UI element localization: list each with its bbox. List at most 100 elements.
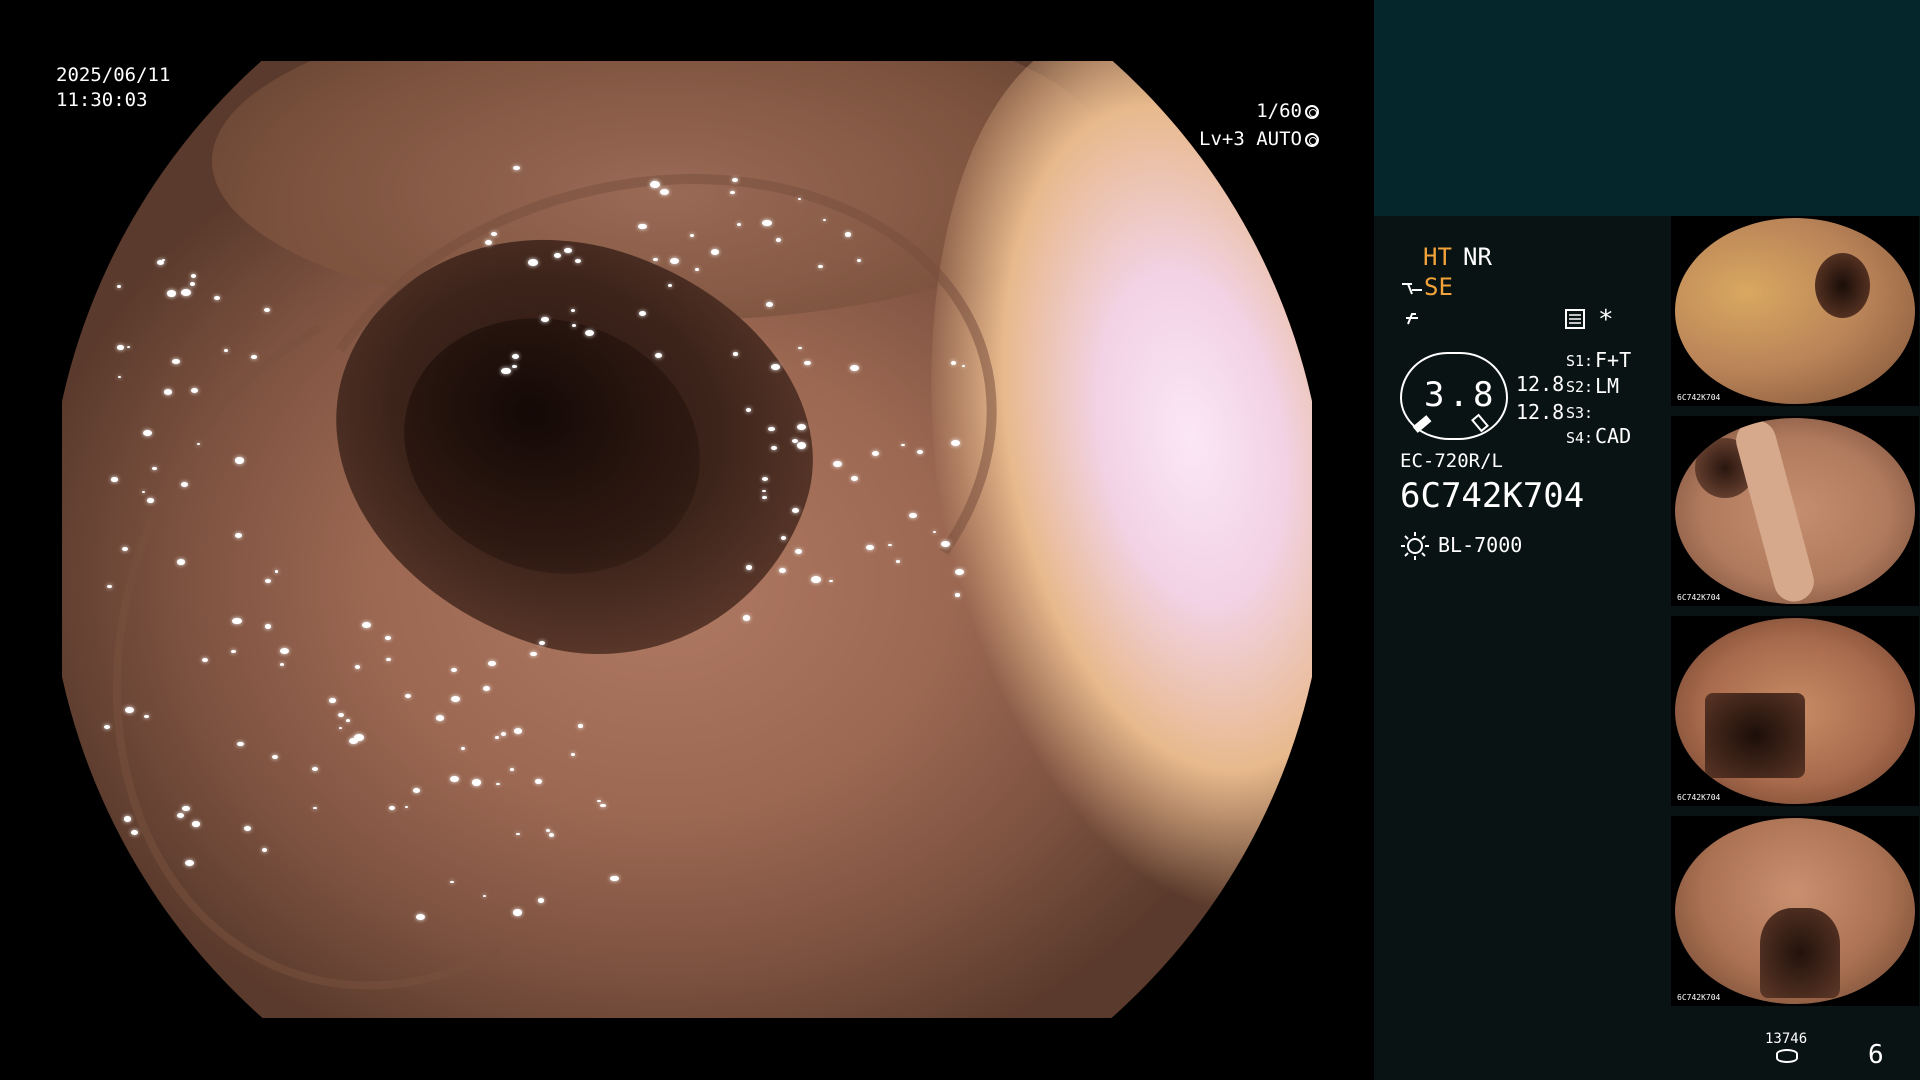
specular-glint: [482, 685, 490, 691]
specular-glint: [571, 753, 575, 756]
specular-glint: [329, 698, 336, 703]
specular-glint: [161, 258, 165, 261]
specular-glint: [214, 296, 221, 301]
specular-glint: [730, 190, 735, 195]
specular-glint: [166, 290, 176, 297]
specular-glint: [385, 636, 391, 641]
thumbnail-label: 6C742K704: [1677, 593, 1721, 602]
specular-glint: [385, 657, 391, 662]
auto-iris-icon: [1305, 133, 1319, 147]
capture-thumbnail[interactable]: 6C742K704: [1671, 816, 1919, 1006]
scope-model: EC-720R/L: [1400, 450, 1503, 472]
specular-glint: [513, 728, 522, 734]
specular-glint: [954, 593, 960, 597]
specular-glint: [501, 732, 507, 736]
scope-serial: 6C742K704: [1400, 476, 1585, 516]
specular-glint: [796, 442, 807, 449]
storage-disk-icon: [1776, 1049, 1798, 1063]
record-settings-icon: [1565, 309, 1585, 329]
shutter-icon: [1305, 105, 1319, 119]
specular-glint: [172, 358, 180, 364]
specular-glint: [745, 565, 752, 570]
readout-top: 12.8: [1516, 372, 1565, 396]
specular-glint: [491, 232, 497, 237]
specular-glint: [280, 647, 289, 654]
specular-glint: [123, 816, 132, 822]
s4-key: S4:: [1566, 429, 1594, 447]
specular-glint: [660, 188, 669, 195]
specular-glint: [130, 829, 138, 836]
specular-glint: [771, 364, 780, 371]
specular-glint: [223, 348, 229, 352]
specular-glint: [164, 389, 173, 395]
specular-glint: [487, 660, 496, 667]
storage-count: 13746: [1765, 1031, 1808, 1047]
time-label: 11:30:03: [56, 89, 148, 111]
specular-glint: [742, 615, 751, 621]
specular-glint: [670, 257, 680, 264]
specular-glint: [265, 624, 272, 629]
thumbnail-label: 6C742K704: [1677, 993, 1721, 1002]
specular-glint: [961, 364, 965, 367]
specular-glint: [196, 442, 201, 445]
specular-glint: [553, 253, 561, 258]
capture-thumbnail[interactable]: 6C742K704: [1671, 616, 1919, 806]
specular-glint: [917, 449, 924, 454]
specular-glint: [354, 734, 364, 741]
specular-glint: [117, 375, 122, 379]
specular-glint: [766, 301, 773, 307]
specular-glint: [143, 714, 150, 719]
s1-value: F+T: [1595, 348, 1632, 372]
specular-glint: [527, 258, 538, 266]
shutter-label: 1/60: [1256, 100, 1302, 122]
specular-glint: [732, 352, 738, 356]
specular-glint: [768, 426, 775, 432]
filter-icon: [1406, 313, 1418, 325]
light-source-icon: [1401, 532, 1429, 560]
readout-bottom: 12.8: [1516, 400, 1565, 424]
se-mode: SE: [1424, 273, 1453, 301]
specular-glint: [578, 724, 584, 728]
specular-glint: [107, 584, 113, 589]
specular-glint: [274, 570, 278, 573]
specular-glint: [143, 430, 152, 437]
specular-glint: [549, 833, 554, 837]
specular-glint: [111, 477, 118, 482]
specular-glint: [495, 736, 499, 739]
specular-glint: [237, 741, 244, 747]
specular-glint: [142, 490, 146, 493]
capture-thumbnail[interactable]: 6C742K704: [1671, 216, 1919, 406]
thumbnail-label: 6C742K704: [1677, 793, 1721, 802]
specular-glint: [866, 544, 874, 551]
asterisk-marker: *: [1598, 305, 1614, 335]
specular-glint: [653, 257, 659, 262]
specular-glint: [871, 450, 880, 456]
capture-thumbnail[interactable]: 6C742K704: [1671, 416, 1919, 606]
specular-glint: [539, 641, 545, 646]
specular-glint: [512, 364, 517, 369]
specular-glint: [190, 388, 198, 394]
specular-glint: [117, 345, 124, 350]
specular-glint: [189, 282, 196, 286]
s2-value: LM: [1595, 374, 1620, 398]
specular-glint: [797, 346, 802, 350]
specular-glint: [610, 875, 619, 882]
specular-glint: [817, 264, 823, 268]
specular-glint: [103, 725, 110, 730]
specular-glint: [116, 284, 122, 288]
ht-mode: HT: [1423, 243, 1452, 271]
specular-glint: [780, 536, 786, 540]
specular-glint: [484, 240, 492, 246]
specular-glint: [184, 859, 194, 867]
specular-glint: [638, 223, 647, 230]
specular-glint: [190, 274, 196, 278]
specular-glint: [147, 498, 154, 503]
endoscope-live-view: [62, 61, 1312, 1018]
s2-key: S2:: [1566, 378, 1594, 396]
specular-glint: [181, 289, 192, 297]
specular-glint: [191, 821, 200, 827]
specular-glint: [513, 909, 523, 916]
specular-glint: [435, 714, 445, 721]
specular-glint: [538, 898, 545, 903]
specular-glint: [510, 768, 514, 771]
